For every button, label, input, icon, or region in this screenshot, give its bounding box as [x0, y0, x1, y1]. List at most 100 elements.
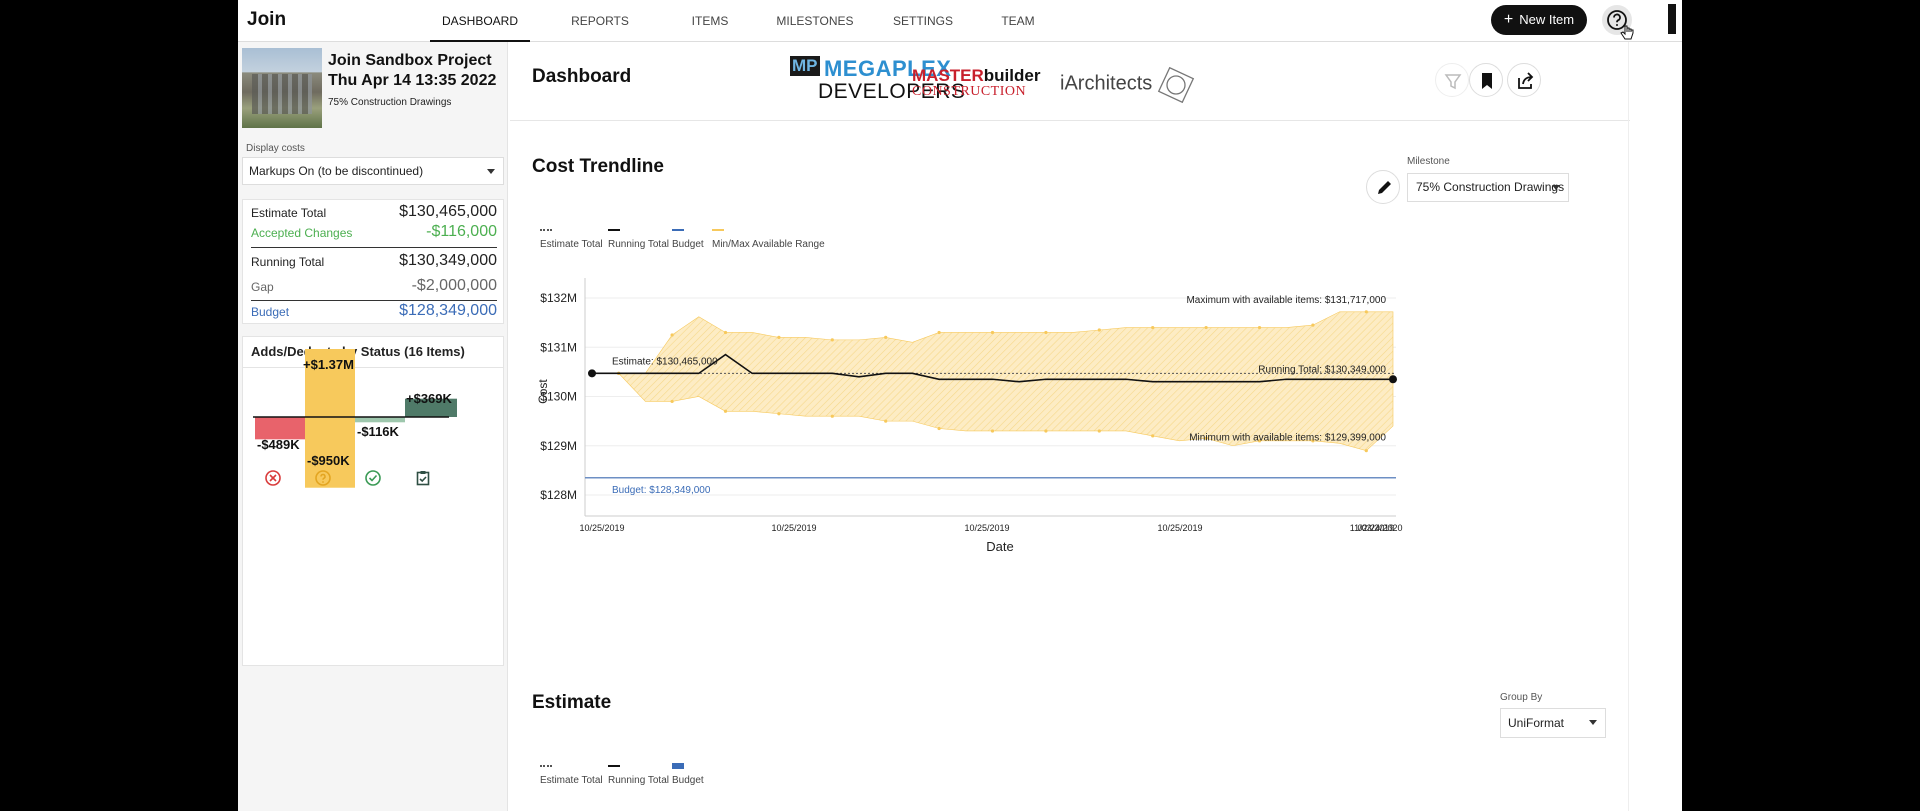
check-circle-icon[interactable]: [364, 469, 382, 487]
share-button[interactable]: [1507, 63, 1541, 97]
estimate-annotation: Estimate: $130,465,000: [612, 356, 718, 367]
project-milestone: 75% Construction Drawings: [328, 97, 452, 108]
y-axis-title: Cost: [536, 379, 550, 404]
tab-items[interactable]: ITEMS: [675, 0, 745, 42]
bar-negative-accepted[interactable]: [355, 417, 405, 423]
range-point[interactable]: [1044, 330, 1048, 335]
x-tick-label: 10/25/2019: [1157, 523, 1202, 533]
legend-label: Estimate Total: [540, 775, 603, 786]
range-point[interactable]: [777, 335, 781, 339]
legend-item[interactable]: Running Total: [608, 765, 669, 786]
range-point[interactable]: [1097, 328, 1101, 332]
range-point[interactable]: [830, 414, 834, 418]
running-total-annotation: Running Total: $130,349,000: [1258, 364, 1386, 375]
range-point[interactable]: [990, 330, 995, 335]
tab-reports[interactable]: REPORTS: [560, 0, 640, 42]
tab-team[interactable]: TEAM: [983, 0, 1053, 42]
bookmark-icon: [1482, 73, 1492, 89]
range-point[interactable]: [670, 399, 674, 404]
bar-label-negative: -$950K: [307, 453, 350, 468]
range-point[interactable]: [937, 426, 941, 431]
clipboard-check-icon[interactable]: [414, 469, 432, 487]
range-point[interactable]: [937, 330, 941, 335]
legend-item[interactable]: Estimate Total: [540, 229, 603, 250]
budget-annotation: Budget: $128,349,000: [612, 485, 711, 496]
range-point[interactable]: [670, 333, 674, 337]
range-point[interactable]: [1364, 449, 1368, 453]
project-name: Join Sandbox Project: [328, 52, 492, 69]
range-point[interactable]: [884, 419, 888, 423]
range-point[interactable]: [1151, 434, 1155, 438]
legend-item[interactable]: Budget: [672, 229, 704, 250]
milestone-select[interactable]: 75% Construction Drawings: [1407, 173, 1569, 202]
pencil-icon: [1378, 181, 1391, 194]
legend-label: Estimate Total: [540, 239, 603, 250]
group-by-select[interactable]: UniFormat: [1500, 708, 1606, 738]
help-button[interactable]: [1602, 5, 1634, 40]
estimate-total-value: $130,465,000: [399, 203, 497, 220]
budget-value: $128,349,000: [399, 302, 497, 319]
x-tick-label: 10/25/2019: [964, 523, 1009, 533]
app-window: Join DASHBOARD REPORTS ITEMS MILESTONES …: [238, 0, 1682, 811]
group-by-value: UniFormat: [1508, 716, 1565, 730]
join-logo[interactable]: Join: [247, 9, 286, 31]
chevron-down-icon: [1552, 185, 1560, 190]
range-point[interactable]: [830, 338, 834, 342]
edit-button[interactable]: [1366, 170, 1400, 204]
plus-icon: +: [1503, 11, 1514, 28]
bar-negative-rejected[interactable]: [255, 417, 307, 440]
legend-item[interactable]: Min/Max Available Range: [712, 229, 825, 250]
chevron-down-icon: [487, 169, 495, 174]
bookmark-button[interactable]: [1469, 63, 1503, 97]
range-point[interactable]: [1257, 325, 1262, 330]
range-point[interactable]: [1044, 429, 1048, 433]
master-part-a: MASTER: [912, 66, 984, 85]
legend-item[interactable]: Running Total: [608, 229, 669, 250]
display-costs-label: Display costs: [246, 143, 305, 154]
range-point[interactable]: [777, 412, 781, 416]
milestone-value: 75% Construction Drawings: [1416, 180, 1565, 194]
y-tick-label: $131M: [540, 340, 577, 354]
accepted-changes-label: Accepted Changes: [251, 226, 353, 240]
end-point[interactable]: [1389, 375, 1397, 384]
filter-button[interactable]: [1435, 63, 1469, 97]
question-circle-icon[interactable]: [314, 469, 332, 487]
running-total-value: $130,349,000: [399, 252, 497, 269]
range-point[interactable]: [1311, 323, 1315, 327]
panel-border: [1628, 42, 1629, 811]
iarch-name: iArchitects: [1060, 72, 1153, 95]
gap-row: Gap -$2,000,000: [251, 275, 497, 300]
hand-cursor-icon: [1620, 25, 1634, 40]
range-point[interactable]: [1364, 310, 1368, 314]
range-point[interactable]: [1204, 325, 1208, 330]
x-circle-icon[interactable]: [264, 469, 282, 487]
range-point[interactable]: [884, 335, 888, 339]
legend-swatch: [540, 765, 552, 767]
legend-item[interactable]: Budget: [672, 763, 704, 786]
estimate-title: Estimate: [532, 692, 612, 713]
range-point[interactable]: [1151, 325, 1155, 330]
legend-swatch: [540, 229, 552, 231]
iarch-mark-icon: [1157, 66, 1194, 104]
display-costs-select[interactable]: Markups On (to be discontinued): [242, 157, 504, 185]
accepted-changes-value: -$116,000: [426, 223, 497, 240]
range-point[interactable]: [1097, 429, 1101, 433]
range-point[interactable]: [723, 330, 728, 335]
totals-divider: [251, 247, 497, 248]
user-menu-edge[interactable]: [1668, 4, 1676, 34]
tab-milestones[interactable]: MILESTONES: [770, 0, 860, 42]
tab-settings[interactable]: SETTINGS: [883, 0, 963, 42]
start-point[interactable]: [588, 369, 596, 378]
bar-label-negative: -$116K: [357, 424, 399, 439]
adds-deducts-panel: Adds/Deducts by Status (16 Items) -$489K…: [242, 336, 504, 666]
bar-label-positive: +$369K: [406, 391, 452, 406]
legend-swatch: [672, 229, 684, 231]
gap-label: Gap: [251, 280, 274, 294]
new-item-button[interactable]: + New Item: [1491, 5, 1587, 35]
range-point[interactable]: [723, 409, 728, 413]
tab-dashboard[interactable]: DASHBOARD: [430, 0, 530, 42]
chevron-down-icon: [1589, 720, 1597, 725]
page-title: Dashboard: [532, 66, 632, 87]
range-point[interactable]: [990, 429, 995, 433]
legend-item[interactable]: Estimate Total: [540, 765, 603, 786]
